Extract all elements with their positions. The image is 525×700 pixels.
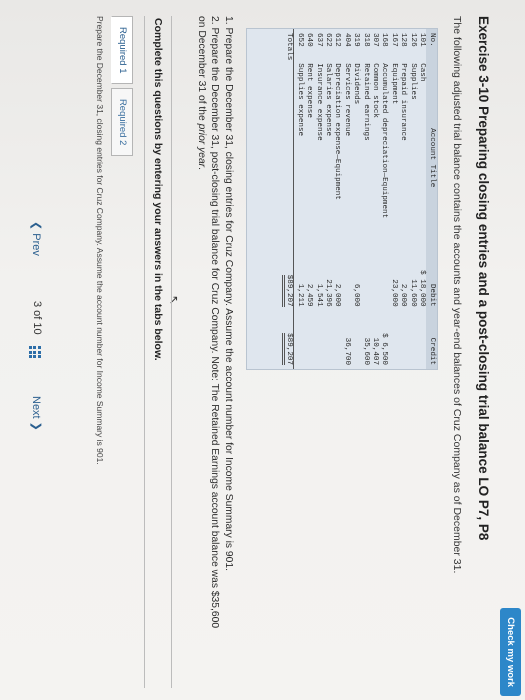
account-title: Cash	[418, 63, 426, 82]
account-no: 612	[333, 33, 342, 47]
credit-amount	[407, 311, 416, 369]
credit-amount: 10,407	[370, 337, 379, 365]
instruction-1: 1. Prepare the December 31, closing entr…	[223, 16, 234, 571]
account-no: 307	[370, 33, 379, 47]
table-header-row: No. Account Title Debit Credit	[426, 29, 437, 369]
table-row: 128 Prepaid insurance 2,000	[398, 29, 407, 369]
account-title: Common stock	[370, 63, 379, 118]
table-row: 640 Rent expense 2,459	[304, 29, 313, 369]
check-my-work-button[interactable]: Check my work	[500, 608, 521, 696]
account-no: 319	[352, 33, 361, 47]
account-title: Insurance expense	[314, 63, 323, 141]
account-title: Prepaid insurance	[399, 63, 408, 141]
account-title: Supplies	[408, 63, 417, 100]
account-title: Services revenue	[342, 63, 351, 137]
credit-amount	[388, 311, 397, 369]
table-row: 612 Depreciation expense—Equipment 2,000	[332, 29, 341, 369]
credit-amount: 36,700	[342, 337, 351, 365]
credit-amount	[417, 311, 426, 369]
account-no: 167	[389, 33, 398, 47]
totals-label: Totals	[283, 29, 294, 64]
adjusted-trial-balance: No. Account Title Debit Credit 101 Cash $ …	[246, 28, 438, 370]
credit-amount: 35,600	[361, 337, 370, 365]
table-row: 637 Insurance expense 1,541	[313, 29, 323, 369]
instruction-3: on December 31 of the prior year.	[196, 16, 207, 170]
account-title: Salaries expense	[323, 63, 332, 137]
table-row: 126 Supplies 11,600	[407, 29, 417, 369]
trial-balance-table: No. Account Title Debit Credit 101 Cash $ …	[282, 29, 437, 369]
next-button[interactable]: Next ❯	[30, 396, 43, 431]
required-1-text: Prepare the December 31, closing entries…	[95, 16, 105, 465]
account-no: 637	[314, 33, 323, 47]
debit-amount	[370, 252, 379, 310]
account-no: 404	[342, 33, 351, 47]
totals-debit: $89,207	[282, 274, 294, 307]
debit-amount: 2,459	[305, 283, 314, 307]
account-no: 126	[408, 33, 417, 47]
exercise-intro: The following adjusted trial balance con…	[451, 16, 463, 574]
debit-amount	[341, 252, 350, 310]
required-tabs: Required 1 Required 2	[109, 16, 133, 157]
account-title: Retained earnings	[361, 63, 370, 141]
credit-amount	[304, 311, 313, 369]
account-title: Supplies expense	[295, 63, 304, 137]
complete-instructions-bar: Complete this questions by entering your…	[144, 16, 172, 688]
credit-amount	[332, 311, 341, 369]
table-row: 319 Dividends 6,000	[351, 29, 360, 369]
col-header-credit: Credit	[426, 310, 437, 369]
debit-amount: 6,000	[352, 283, 361, 307]
account-no: 168	[380, 33, 389, 47]
credit-amount	[294, 311, 304, 369]
debit-amount: 2,000	[333, 283, 342, 307]
table-row: 307 Common stock 10,407	[370, 29, 379, 369]
debit-amount: $ 18,000	[418, 270, 426, 307]
debit-amount: 2,000	[399, 283, 408, 307]
account-no: 128	[399, 33, 408, 47]
page-indicator: 3 of 10	[31, 301, 43, 335]
table-row: 404 Services revenue 36,700	[341, 29, 351, 369]
col-header-title: Account Title	[426, 63, 437, 253]
totals-credit: $89,207	[282, 333, 294, 365]
table-row: 167 Equipment 23,000	[388, 29, 398, 369]
debit-amount: 1,211	[295, 283, 304, 307]
col-header-no: No.	[426, 29, 437, 64]
table-row: 652 Supplies expense 1,211	[294, 29, 304, 369]
tab-required-1[interactable]: Required 1	[111, 16, 133, 85]
debit-amount: 21,396	[323, 279, 332, 307]
account-title: Equipment	[389, 63, 398, 105]
table-row: 168 Accumulated depreciation—Equipment $ 6…	[379, 29, 388, 369]
account-no: 640	[305, 33, 314, 47]
table-row: 318 Retained earnings 35,600	[360, 29, 370, 369]
credit-amount	[313, 311, 322, 369]
credit-amount	[323, 311, 332, 369]
credit-amount: $ 6,500	[380, 333, 389, 365]
account-title: Dividends	[352, 63, 361, 105]
account-no: 318	[361, 33, 370, 47]
account-no: 652	[295, 33, 304, 47]
totals-row: Totals $89,207 $89,207	[282, 29, 294, 369]
table-row: 101 Cash $ 18,000	[417, 29, 426, 369]
account-title: Rent expense	[305, 63, 314, 118]
credit-amount	[398, 311, 407, 369]
exercise-title: Exercise 3-10 Preparing closing entries …	[476, 16, 491, 541]
instruction-2: 2. Prepare the December 31, post-closing…	[209, 16, 221, 629]
credit-amount	[351, 311, 360, 369]
account-no: 622	[323, 33, 332, 47]
pagination: ❮ Prev 3 of 10 Next ❯	[23, 16, 43, 688]
rotated-screen: Check my work Exercise 3-10 Preparing cl…	[0, 0, 525, 700]
account-title: Accumulated depreciation—Equipment	[380, 63, 389, 219]
table-row: 622 Salaries expense 21,396	[323, 29, 332, 369]
debit-amount	[379, 252, 388, 310]
prev-button[interactable]: ❮ Prev	[30, 221, 43, 256]
debit-amount: 1,541	[314, 283, 323, 307]
debit-amount: 23,000	[389, 279, 398, 307]
instructions: 1. Prepare the December 31, closing entr…	[195, 16, 236, 688]
account-no: 101	[418, 33, 426, 47]
account-title: Depreciation expense—Equipment	[333, 63, 342, 200]
grid-menu-icon[interactable]	[29, 346, 41, 358]
debit-amount	[360, 252, 369, 310]
col-header-debit: Debit	[426, 252, 437, 311]
debit-amount: 11,600	[408, 279, 417, 307]
tab-required-2[interactable]: Required 2	[111, 87, 133, 157]
